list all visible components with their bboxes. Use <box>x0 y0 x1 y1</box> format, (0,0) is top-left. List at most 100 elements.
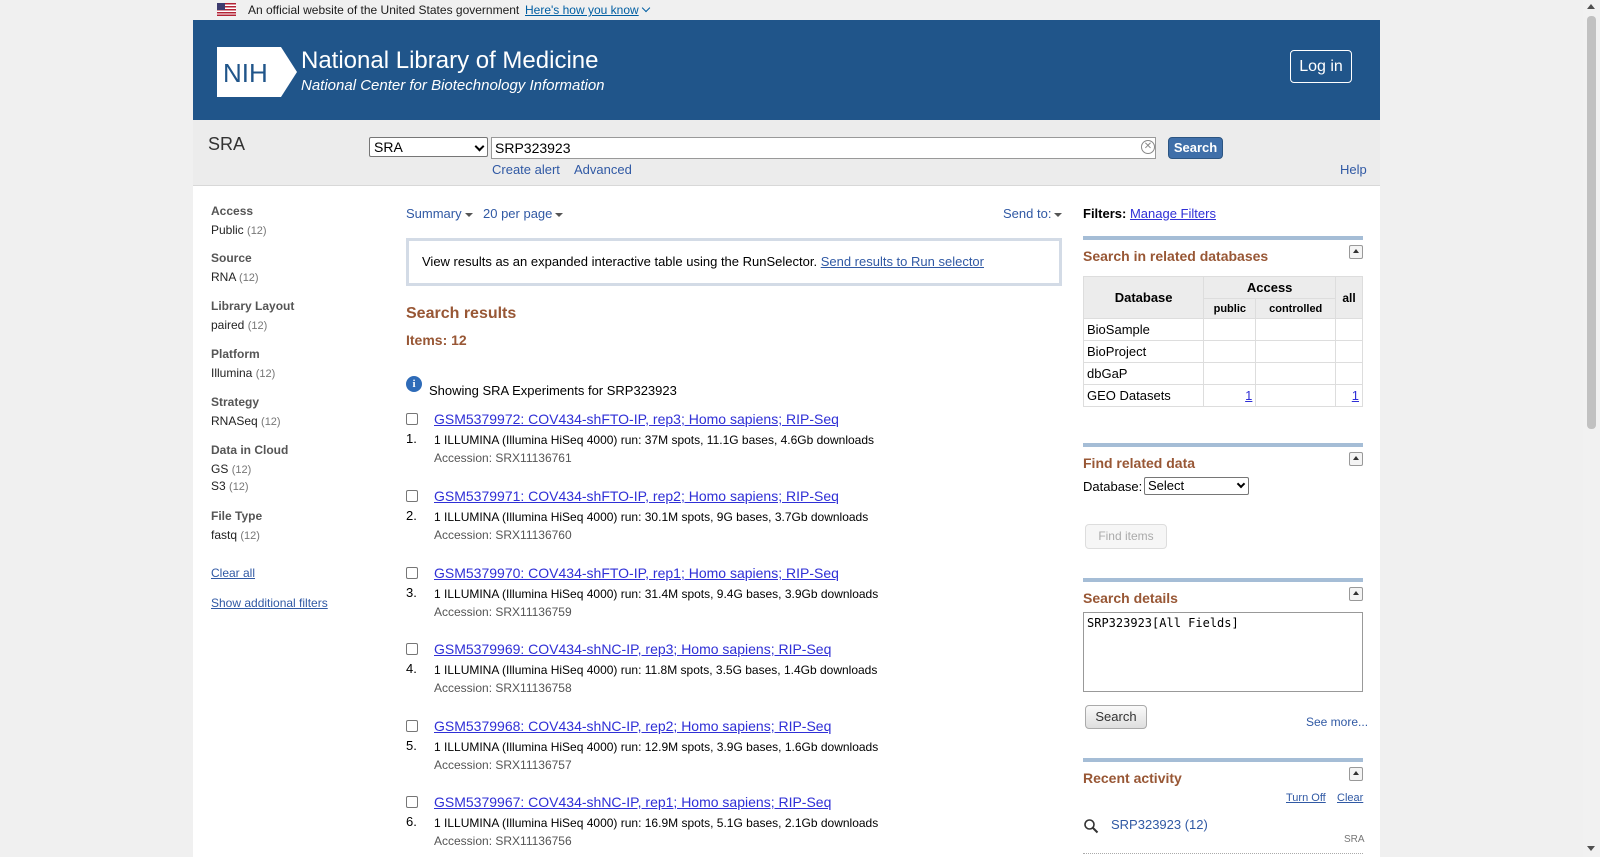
info-icon: i <box>406 376 422 392</box>
create-alert-link[interactable]: Create alert <box>492 162 560 177</box>
db-cell: GEO Datasets <box>1082 384 1205 407</box>
clear-search-icon[interactable]: ✕ <box>1141 140 1155 154</box>
ncbi-subtitle[interactable]: National Center for Biotechnology Inform… <box>301 77 605 94</box>
result-accession: Accession: SRX11136756 <box>434 834 572 848</box>
per-page-dropdown[interactable]: 20 per page <box>483 206 564 221</box>
help-link[interactable]: Help <box>1340 162 1367 177</box>
facet-heading: Platform <box>211 347 260 361</box>
scroll-up-icon[interactable] <box>1587 4 1595 9</box>
controlled-cell <box>1255 318 1337 341</box>
advanced-search-link[interactable]: Advanced <box>574 162 632 177</box>
facet-value[interactable]: S3 (12) <box>211 479 288 493</box>
how-you-know-link[interactable]: Here's how you know <box>525 3 650 17</box>
recent-activity-db: SRA <box>1344 834 1365 845</box>
chevron-down-icon <box>474 141 485 152</box>
result-checkbox[interactable] <box>406 490 418 502</box>
table-row: dbGaP <box>1082 362 1363 385</box>
facet-library-layout: Library Layout paired (12) <box>211 299 294 332</box>
result-accession: Accession: SRX11136761 <box>434 451 572 465</box>
show-additional-filters-link[interactable]: Show additional filters <box>211 596 328 610</box>
scroll-down-icon[interactable] <box>1587 846 1595 851</box>
facet-heading: File Type <box>211 509 263 523</box>
see-more-link[interactable]: See more... <box>1306 715 1368 729</box>
find-items-button[interactable]: Find items <box>1085 524 1167 549</box>
all-cell <box>1335 362 1363 385</box>
result-title-link[interactable]: GSM5379971: COV434-shFTO-IP, rep2; Homo … <box>434 488 839 504</box>
result-checkbox[interactable] <box>406 643 418 655</box>
db-cell: BioSample <box>1082 318 1205 341</box>
site-header: NIH National Library of Medicine Nationa… <box>193 20 1380 120</box>
facet-strategy: Strategy RNASeq (12) <box>211 395 281 428</box>
facet-value[interactable]: Public (12) <box>211 223 267 237</box>
chevron-down-icon <box>641 3 650 13</box>
result-description: 1 ILLUMINA (Illumina HiSeq 4000) run: 12… <box>434 740 879 754</box>
result-title-link[interactable]: GSM5379970: COV434-shFTO-IP, rep1; Homo … <box>434 565 839 581</box>
chevron-down-icon <box>1236 479 1246 489</box>
facet-value[interactable]: RNA (12) <box>211 270 259 284</box>
facet-value[interactable]: paired (12) <box>211 318 294 332</box>
search-details-textarea[interactable]: SRP323923[All Fields] <box>1083 612 1363 692</box>
clear-link[interactable]: Clear <box>1337 792 1363 804</box>
database-select[interactable]: SRA <box>369 137 488 157</box>
geo-public-link[interactable]: 1 <box>1245 388 1252 403</box>
clear-all-link[interactable]: Clear all <box>211 566 255 580</box>
facet-platform: Platform Illumina (12) <box>211 347 275 380</box>
result-number: 1. <box>406 431 417 446</box>
vertical-scrollbar[interactable] <box>1583 0 1600 857</box>
controlled-cell <box>1255 340 1337 363</box>
database-select-value: SRA <box>374 139 403 155</box>
login-button[interactable]: Log in <box>1290 50 1352 83</box>
items-count: Items: 12 <box>406 332 467 348</box>
column-header: Database <box>1082 276 1205 319</box>
details-search-button[interactable]: Search <box>1085 705 1147 729</box>
column-header: all <box>1335 276 1363 319</box>
gov-banner: An official website of the United States… <box>193 0 1380 20</box>
collapse-icon[interactable] <box>1349 587 1363 601</box>
facet-value[interactable]: Illumina (12) <box>211 366 275 380</box>
result-description: 1 ILLUMINA (Illumina HiSeq 4000) run: 16… <box>434 816 879 830</box>
search-button[interactable]: Search <box>1168 137 1223 159</box>
search-input[interactable]: SRP323923 <box>491 137 1156 159</box>
controlled-cell <box>1255 362 1337 385</box>
send-to-dropdown[interactable]: Send to: <box>1003 206 1063 221</box>
facet-heading: Library Layout <box>211 299 295 313</box>
facet-heading: Data in Cloud <box>211 443 289 457</box>
all-cell: 1 <box>1335 384 1363 407</box>
facet-value[interactable]: RNASeq (12) <box>211 414 281 428</box>
result-title-link[interactable]: GSM5379969: COV434-shNC-IP, rep3; Homo s… <box>434 641 831 657</box>
manage-filters-link[interactable]: Manage Filters <box>1130 206 1216 221</box>
result-checkbox[interactable] <box>406 796 418 808</box>
column-header: public <box>1203 298 1257 319</box>
result-description: 1 ILLUMINA (Illumina HiSeq 4000) run: 11… <box>434 663 878 677</box>
nlm-title[interactable]: National Library of Medicine <box>301 47 598 75</box>
result-title-link[interactable]: GSM5379968: COV434-shNC-IP, rep2; Homo s… <box>434 718 831 734</box>
facet-heading: Access <box>211 204 254 218</box>
result-title-link[interactable]: GSM5379967: COV434-shNC-IP, rep1; Homo s… <box>434 794 831 810</box>
collapse-icon[interactable] <box>1349 767 1363 781</box>
column-header: Access <box>1203 276 1337 299</box>
facet-value[interactable]: GS (12) <box>211 462 288 476</box>
result-number: 2. <box>406 508 417 523</box>
public-cell: 1 <box>1203 384 1257 407</box>
facet-heading: Source <box>211 251 252 265</box>
gov-banner-text: An official website of the United States… <box>248 3 520 17</box>
turn-off-link[interactable]: Turn Off <box>1286 792 1326 804</box>
result-checkbox[interactable] <box>406 720 418 732</box>
geo-all-link[interactable]: 1 <box>1352 388 1359 403</box>
result-accession: Accession: SRX11136760 <box>434 528 572 542</box>
all-cell <box>1335 340 1363 363</box>
recent-activity-item[interactable]: SRP323923 (12) <box>1111 817 1208 832</box>
nih-logo[interactable]: NIH <box>217 47 297 97</box>
summary-dropdown[interactable]: Summary <box>406 206 473 221</box>
send-to-run-selector-link[interactable]: Send results to Run selector <box>821 254 984 269</box>
facet-value[interactable]: fastq (12) <box>211 528 262 542</box>
related-database-select[interactable]: Select <box>1144 477 1249 495</box>
collapse-icon[interactable] <box>1349 245 1363 259</box>
related-databases-table: Database Access all public controlled Bi… <box>1082 276 1363 407</box>
database-name: SRA <box>208 134 246 154</box>
result-checkbox[interactable] <box>406 413 418 425</box>
result-title-link[interactable]: GSM5379972: COV434-shFTO-IP, rep3; Homo … <box>434 411 839 427</box>
result-checkbox[interactable] <box>406 567 418 579</box>
scrollbar-thumb[interactable] <box>1587 16 1596 429</box>
collapse-icon[interactable] <box>1349 452 1363 466</box>
